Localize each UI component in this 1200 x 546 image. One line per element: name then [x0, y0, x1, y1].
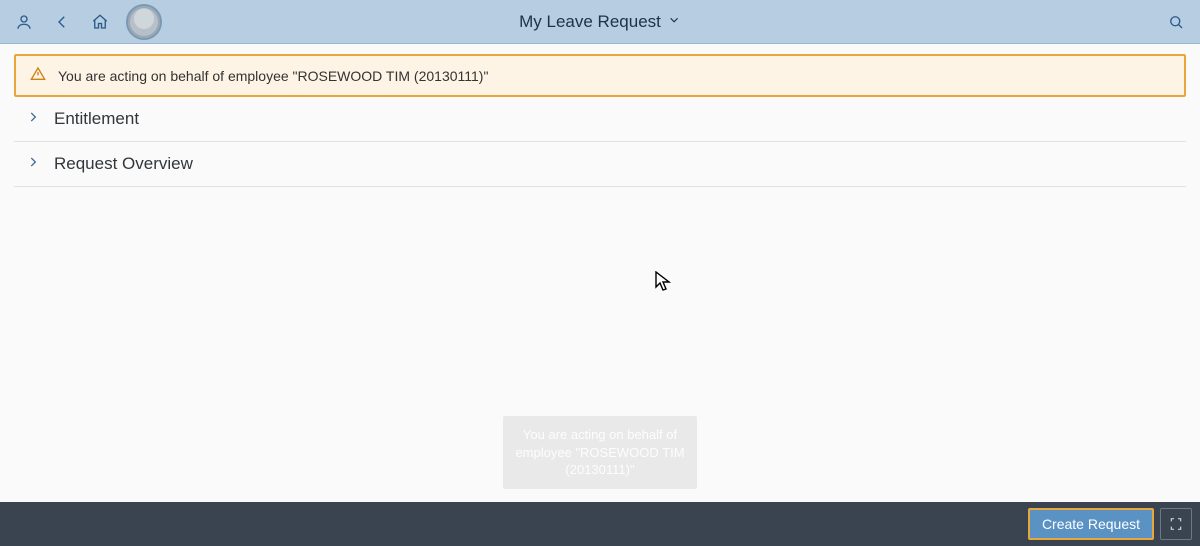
onbehalf-toast: You are acting on behalf of employee "RO… [503, 416, 697, 489]
alert-text: You are acting on behalf of employee "RO… [58, 68, 488, 84]
chevron-right-icon [26, 155, 40, 174]
section-title: Request Overview [54, 154, 193, 174]
page-title-text: My Leave Request [519, 12, 661, 32]
exit-fullscreen-button[interactable] [1160, 508, 1192, 540]
back-icon[interactable] [46, 6, 78, 38]
mouse-cursor [655, 271, 671, 293]
footer-bar: Create Request [0, 502, 1200, 546]
warning-icon [30, 66, 46, 85]
create-request-button[interactable]: Create Request [1028, 508, 1154, 540]
app-header: My Leave Request [0, 0, 1200, 44]
header-left-group [8, 4, 162, 40]
chevron-down-icon [667, 12, 681, 32]
section-request-overview[interactable]: Request Overview [14, 142, 1186, 187]
section-title: Entitlement [54, 109, 139, 129]
home-icon[interactable] [84, 6, 116, 38]
exit-fullscreen-icon [1168, 516, 1184, 532]
chevron-right-icon [26, 110, 40, 129]
header-right-group [1160, 6, 1192, 38]
user-icon[interactable] [8, 6, 40, 38]
onbehalf-alert: You are acting on behalf of employee "RO… [14, 54, 1186, 97]
org-logo [126, 4, 162, 40]
toast-text: You are acting on behalf of employee "RO… [515, 427, 684, 477]
content-area: You are acting on behalf of employee "RO… [0, 44, 1200, 187]
section-entitlement[interactable]: Entitlement [14, 97, 1186, 142]
search-icon[interactable] [1160, 6, 1192, 38]
page-title-dropdown[interactable]: My Leave Request [519, 12, 681, 32]
